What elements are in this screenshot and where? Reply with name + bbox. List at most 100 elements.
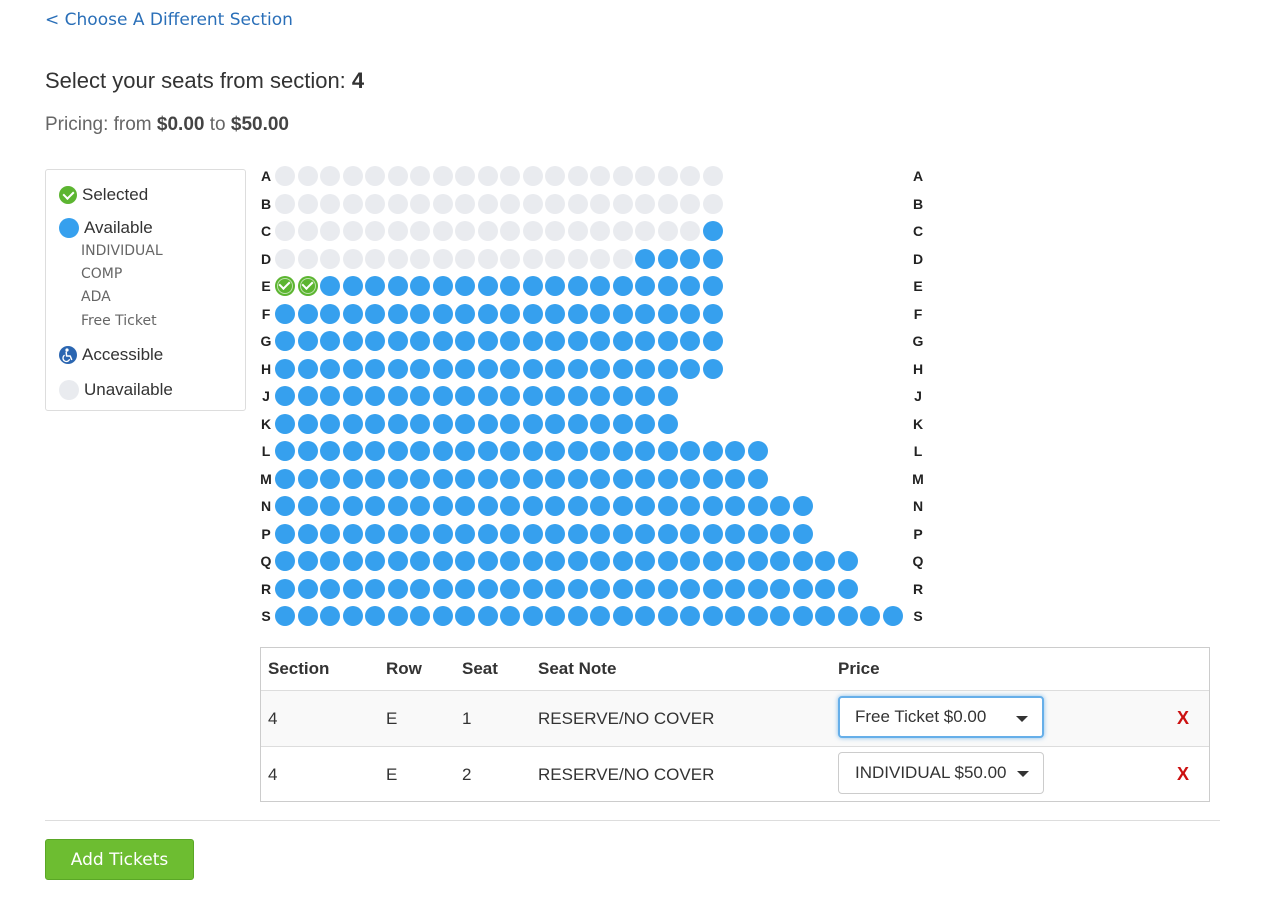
seat-available[interactable] [725,468,745,489]
seat-available[interactable] [432,496,453,516]
seat-available[interactable] [702,331,723,351]
seat-available[interactable] [455,578,475,599]
seat-available[interactable] [455,276,475,296]
seat-available[interactable] [500,496,520,516]
seat-available[interactable] [365,523,385,544]
seat-available[interactable] [635,331,655,351]
seat-available[interactable] [702,358,723,379]
seat-available[interactable] [297,358,318,379]
seat-available[interactable] [567,276,588,296]
seat-available[interactable] [590,386,610,406]
seat-available[interactable] [342,496,363,516]
seat-available[interactable] [635,578,655,599]
seat-available[interactable] [365,606,385,626]
seat-available[interactable] [747,496,768,516]
seat-available[interactable] [432,523,453,544]
seat-available[interactable] [792,606,813,626]
seat-available[interactable] [342,331,363,351]
seat-available[interactable] [275,386,295,406]
seat-available[interactable] [500,303,520,324]
seat-available[interactable] [815,606,835,626]
seat-available[interactable] [567,413,588,434]
seat-available[interactable] [275,358,295,379]
seat-available[interactable] [702,221,723,241]
seat-available[interactable] [567,441,588,461]
seat-available[interactable] [545,358,565,379]
seat-available[interactable] [725,441,745,461]
seat-available[interactable] [387,496,408,516]
seat-available[interactable] [657,496,678,516]
seat-available[interactable] [770,523,790,544]
seat-available[interactable] [365,578,385,599]
seat-available[interactable] [567,606,588,626]
seat-available[interactable] [455,303,475,324]
seat-available[interactable] [455,468,475,489]
seat-available[interactable] [680,441,700,461]
seat-available[interactable] [522,578,543,599]
seat-available[interactable] [522,468,543,489]
seat-available[interactable] [320,276,340,296]
seat-available[interactable] [567,303,588,324]
seat-available[interactable] [567,468,588,489]
seat-available[interactable] [365,276,385,296]
seat-available[interactable] [500,468,520,489]
seat-available[interactable] [320,496,340,516]
seat-available[interactable] [702,303,723,324]
seat-available[interactable] [657,578,678,599]
seat-available[interactable] [500,331,520,351]
seat-available[interactable] [522,523,543,544]
seat-available[interactable] [500,606,520,626]
seat-available[interactable] [320,413,340,434]
seat-available[interactable] [275,441,295,461]
seat-available[interactable] [702,578,723,599]
seat-available[interactable] [612,523,633,544]
seat-available[interactable] [747,578,768,599]
seat-available[interactable] [410,413,430,434]
seat-available[interactable] [567,358,588,379]
seat-available[interactable] [432,606,453,626]
seat-available[interactable] [545,496,565,516]
seat-available[interactable] [477,496,498,516]
seat-available[interactable] [612,441,633,461]
seat-available[interactable] [320,331,340,351]
seat-available[interactable] [635,523,655,544]
seat-available[interactable] [702,551,723,571]
seat-available[interactable] [702,248,723,269]
price-select[interactable]: Free Ticket $0.00 [838,696,1044,738]
seat-available[interactable] [275,331,295,351]
seat-available[interactable] [545,468,565,489]
seat-available[interactable] [477,578,498,599]
seat-available[interactable] [612,358,633,379]
seat-available[interactable] [747,551,768,571]
seat-available[interactable] [387,303,408,324]
seat-available[interactable] [387,468,408,489]
seat-available[interactable] [365,441,385,461]
seat-available[interactable] [297,551,318,571]
seat-available[interactable] [365,303,385,324]
seat-available[interactable] [432,468,453,489]
seat-available[interactable] [657,248,678,269]
seat-available[interactable] [725,578,745,599]
seat-available[interactable] [410,303,430,324]
seat-available[interactable] [680,578,700,599]
seat-available[interactable] [522,303,543,324]
seat-available[interactable] [297,578,318,599]
seat-available[interactable] [410,276,430,296]
seat-available[interactable] [410,331,430,351]
seat-available[interactable] [657,331,678,351]
seat-available[interactable] [635,551,655,571]
seat-available[interactable] [815,551,835,571]
seat-available[interactable] [522,413,543,434]
seat-available[interactable] [387,386,408,406]
seat-available[interactable] [837,578,858,599]
seat-available[interactable] [320,468,340,489]
seat-available[interactable] [365,358,385,379]
seat-available[interactable] [680,358,700,379]
seat-available[interactable] [567,523,588,544]
seat-available[interactable] [455,606,475,626]
seat-available[interactable] [455,358,475,379]
seat-available[interactable] [410,441,430,461]
seat-available[interactable] [432,303,453,324]
seat-available[interactable] [522,358,543,379]
seat-available[interactable] [657,441,678,461]
